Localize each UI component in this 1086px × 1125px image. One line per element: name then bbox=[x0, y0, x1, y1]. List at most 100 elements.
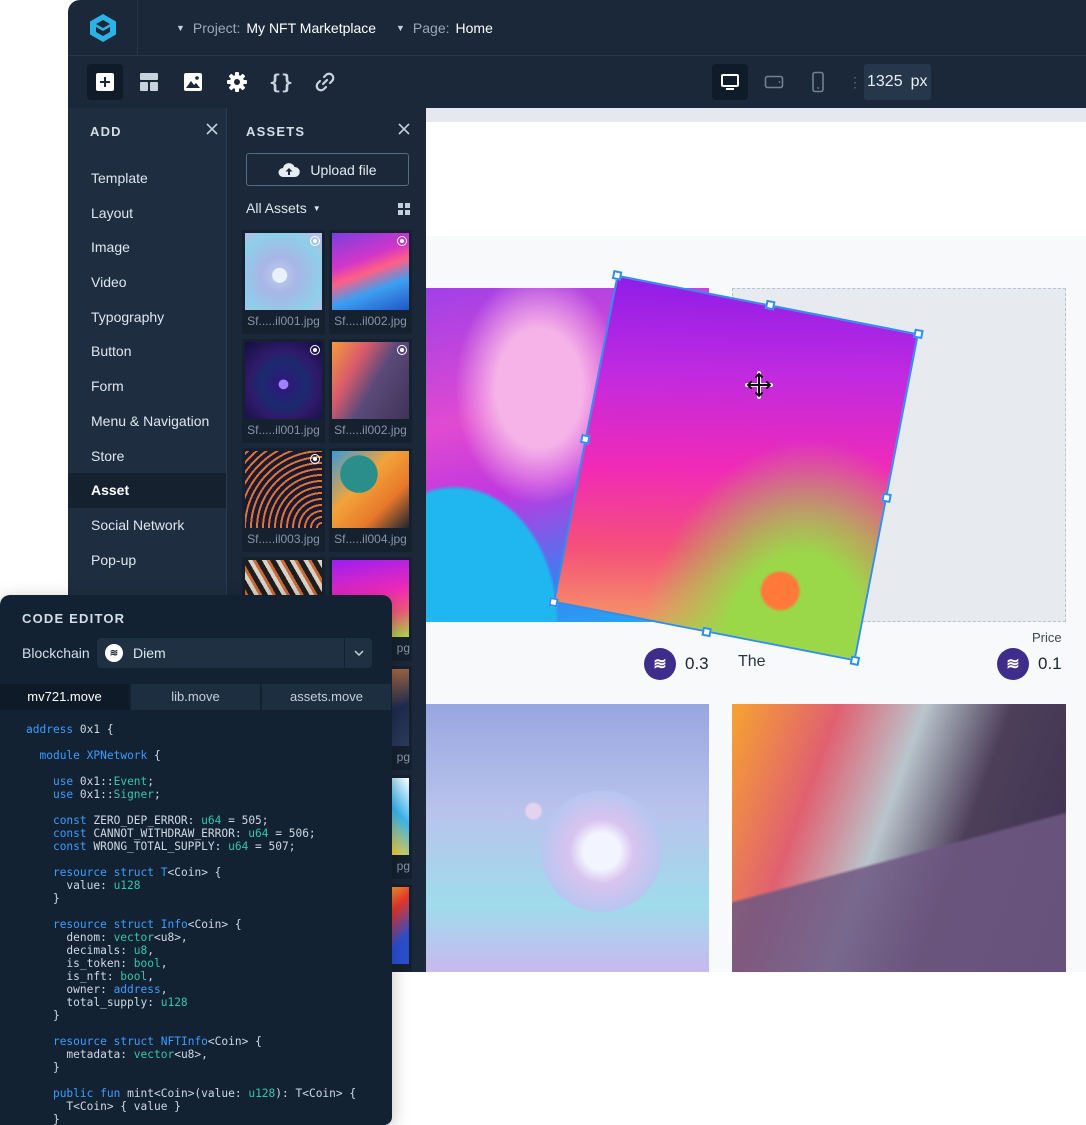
upload-file-button[interactable]: Upload file bbox=[246, 153, 409, 186]
page-selector[interactable]: ▼ Page: Home bbox=[396, 0, 493, 56]
page-header-section[interactable] bbox=[426, 122, 1086, 236]
tablet-icon bbox=[764, 75, 784, 89]
asset-thumbnail[interactable]: Sf.....il002.jpg bbox=[329, 339, 412, 443]
asset-thumbnail[interactable]: Sf.....il004.jpg bbox=[329, 448, 412, 552]
code-line: } bbox=[26, 1113, 60, 1125]
add-menu-item[interactable]: Asset bbox=[68, 473, 226, 508]
asset-name: Sf.....il002.jpg bbox=[334, 423, 407, 437]
add-menu-item[interactable]: Typography bbox=[68, 300, 226, 335]
close-icon[interactable] bbox=[397, 122, 411, 136]
resize-handle[interactable] bbox=[548, 596, 559, 608]
price-label: Price bbox=[1032, 630, 1062, 645]
add-tool-button[interactable] bbox=[87, 64, 123, 100]
code-line: const CANNOT_WITHDRAW_ERROR: u64 = 506; bbox=[52, 827, 316, 840]
tab-assets[interactable]: assets.move bbox=[262, 684, 391, 710]
code-line: resource struct NFTInfo<Coin> { bbox=[52, 1035, 262, 1048]
select-radio[interactable] bbox=[310, 345, 320, 355]
resize-handle[interactable] bbox=[913, 328, 924, 340]
code-editor-title: CODE EDITOR bbox=[22, 611, 126, 626]
add-icon bbox=[96, 73, 114, 91]
resize-handle[interactable] bbox=[764, 299, 776, 311]
page-label: Page: bbox=[412, 20, 450, 36]
resize-handle[interactable] bbox=[579, 433, 591, 445]
nft-card-image[interactable] bbox=[732, 704, 1066, 972]
nft-card-image[interactable] bbox=[426, 704, 709, 972]
code-line: const WRONG_TOTAL_SUPPLY: u64 = 507; bbox=[52, 840, 296, 853]
image-tool-button[interactable] bbox=[175, 64, 211, 100]
select-radio[interactable] bbox=[397, 236, 407, 246]
add-menu-item[interactable]: Social Network bbox=[68, 508, 226, 543]
caret-down-icon: ▼ bbox=[312, 203, 321, 213]
code-line: value: u128 bbox=[26, 879, 141, 892]
code-line: denom: vector<u8>, bbox=[26, 931, 188, 944]
asset-thumbnail[interactable]: Sf.....il001.jpg bbox=[242, 339, 325, 443]
tab-mv721[interactable]: mv721.move bbox=[0, 684, 129, 710]
logo[interactable] bbox=[68, 0, 138, 56]
code-line: } bbox=[26, 1009, 60, 1022]
assets-filter-dropdown[interactable]: All Assets ▼ bbox=[246, 200, 321, 216]
price-tag: ≋ 0.3 bbox=[644, 648, 709, 680]
asset-image bbox=[245, 342, 322, 419]
asset-image bbox=[245, 451, 322, 528]
resize-handle[interactable] bbox=[611, 269, 623, 281]
desktop-icon bbox=[721, 74, 739, 90]
add-menu-item[interactable]: Image bbox=[68, 230, 226, 265]
layout-icon bbox=[140, 73, 158, 91]
blockchain-select[interactable]: ≋ Diem bbox=[97, 638, 372, 668]
grid-view-icon[interactable] bbox=[398, 203, 410, 215]
asset-name: Sf.....il004.jpg bbox=[334, 532, 407, 546]
select-radio[interactable] bbox=[310, 454, 320, 464]
code-line: metadata: vector<u8>, bbox=[26, 1048, 208, 1061]
asset-thumbnail[interactable]: Sf.....il003.jpg bbox=[242, 448, 325, 552]
page-name: Home bbox=[455, 20, 493, 36]
code-line: module XPNetwork { bbox=[39, 749, 161, 762]
price-value: 0.3 bbox=[685, 654, 709, 673]
dragged-image-selection[interactable] bbox=[548, 269, 924, 667]
add-menu-item[interactable]: Form bbox=[68, 369, 226, 404]
add-menu-item[interactable]: Menu & Navigation bbox=[68, 404, 226, 439]
code-line: address 0x1 { bbox=[26, 723, 114, 736]
asset-thumbnail[interactable]: Sf.....il002.jpg bbox=[329, 230, 412, 334]
resize-handle[interactable] bbox=[701, 626, 712, 638]
code-area[interactable]: address 0x1 { module XPNetwork { use 0x1… bbox=[26, 723, 356, 1125]
asset-thumbnail[interactable]: Sf.....il001.jpg bbox=[242, 230, 325, 334]
add-menu-item[interactable]: Layout bbox=[68, 196, 226, 231]
code-editor-panel: CODE EDITOR Blockchain ≋ Diem mv721.move… bbox=[0, 595, 392, 1125]
add-menu-item[interactable]: Pop-up bbox=[68, 543, 226, 578]
code-line: resource struct T<Coin> { bbox=[52, 866, 222, 879]
settings-tool-button[interactable] bbox=[219, 64, 255, 100]
code-line: decimals: u8, bbox=[26, 944, 155, 957]
link-tool-button[interactable] bbox=[307, 64, 343, 100]
price-tag: ≋ 0.1 bbox=[997, 648, 1062, 680]
add-menu-item[interactable]: Video bbox=[68, 265, 226, 300]
layout-tool-button[interactable] bbox=[131, 64, 167, 100]
code-line: use 0x1::Signer; bbox=[52, 788, 161, 801]
dragged-image bbox=[555, 277, 917, 659]
mobile-view-button[interactable] bbox=[800, 64, 836, 100]
select-radio[interactable] bbox=[310, 236, 320, 246]
diem-coin-icon: ≋ bbox=[644, 648, 676, 680]
cloud-upload-icon bbox=[278, 162, 301, 177]
select-radio[interactable] bbox=[397, 345, 407, 355]
move-cursor-icon bbox=[745, 371, 773, 399]
canvas-width-value: 1325 bbox=[867, 73, 903, 90]
code-line: } bbox=[26, 892, 60, 905]
tab-lib[interactable]: lib.move bbox=[131, 684, 260, 710]
toolbar: {} ⋮ 1325 px bbox=[68, 56, 1086, 108]
add-menu-item[interactable]: Store bbox=[68, 439, 226, 474]
asset-name: Sf.....il001.jpg bbox=[247, 314, 320, 328]
close-icon[interactable] bbox=[205, 122, 219, 136]
add-menu-item[interactable]: Template bbox=[68, 161, 226, 196]
resize-handle[interactable] bbox=[849, 655, 861, 667]
resize-handle[interactable] bbox=[881, 492, 892, 504]
code-tool-button[interactable]: {} bbox=[263, 64, 299, 100]
blockchain-label: Blockchain bbox=[22, 645, 90, 661]
code-line: is_token: bool, bbox=[26, 957, 168, 970]
project-selector[interactable]: ▼ Project: My NFT Marketplace bbox=[176, 0, 376, 56]
tablet-view-button[interactable] bbox=[756, 64, 792, 100]
add-menu-item[interactable]: Button bbox=[68, 334, 226, 369]
desktop-view-button[interactable] bbox=[712, 64, 748, 100]
canvas-width-input[interactable]: 1325 px bbox=[864, 64, 931, 100]
